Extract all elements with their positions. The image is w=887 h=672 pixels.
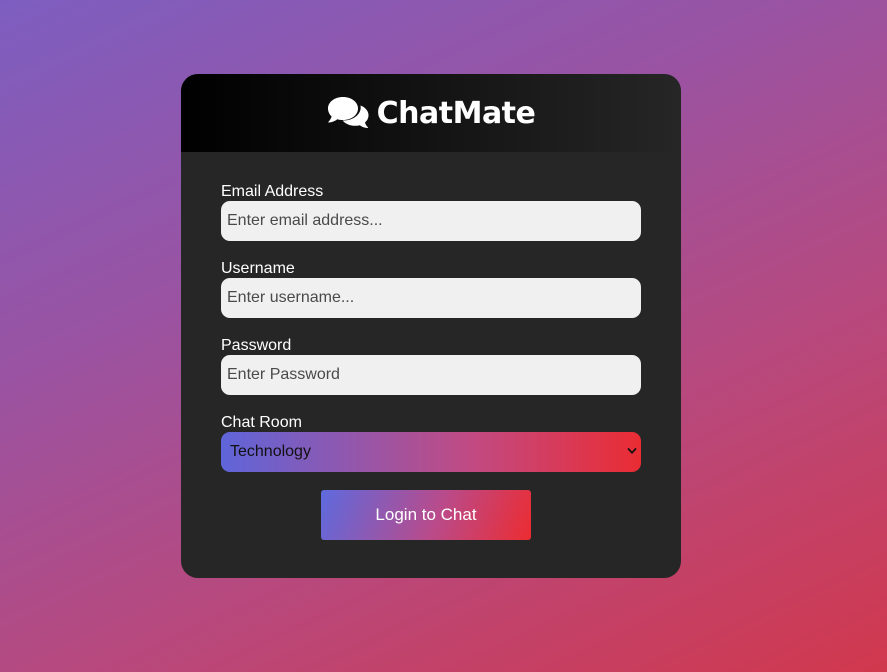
password-label: Password: [221, 337, 292, 354]
chat-room-field-group: Chat Room Technology: [221, 413, 641, 472]
username-label: Username: [221, 260, 295, 277]
username-field-group: Username: [221, 259, 641, 318]
username-input[interactable]: [221, 278, 641, 318]
password-input[interactable]: [221, 355, 641, 395]
chat-room-label: Chat Room: [221, 414, 302, 431]
email-field-group: Email Address: [221, 182, 641, 241]
chevron-down-icon: [627, 448, 637, 454]
card-header: ChatMate: [181, 74, 681, 152]
password-field-group: Password: [221, 336, 641, 395]
chat-room-select[interactable]: Technology: [221, 432, 641, 472]
login-card: ChatMate Email Address Username Password…: [181, 74, 681, 578]
chat-room-selected-value: Technology: [230, 443, 311, 460]
submit-row: Login to Chat: [221, 490, 641, 540]
login-button[interactable]: Login to Chat: [321, 490, 531, 540]
app-title: ChatMate: [376, 95, 536, 131]
email-label: Email Address: [221, 183, 324, 200]
comments-icon: [327, 97, 369, 128]
login-form: Email Address Username Password Chat Roo…: [181, 152, 681, 540]
email-input[interactable]: [221, 201, 641, 241]
